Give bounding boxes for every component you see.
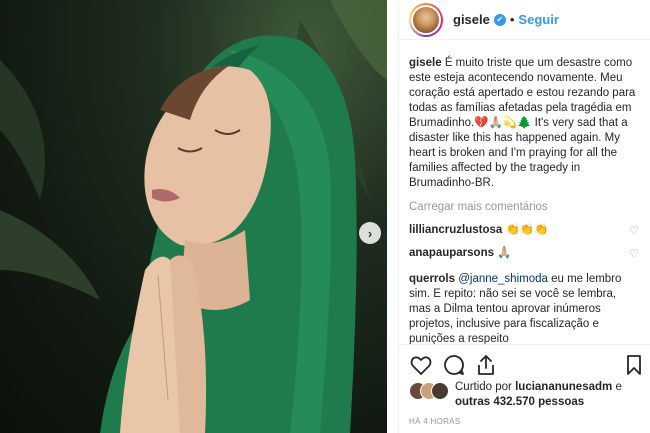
load-more-comments[interactable]: Carregar mais comentários xyxy=(409,200,645,215)
chevron-right-icon: › xyxy=(367,225,373,241)
share-icon[interactable] xyxy=(474,353,498,377)
likes-join: e xyxy=(615,381,622,393)
comment-like-heart-icon[interactable]: ♡ xyxy=(629,224,641,237)
likes-user[interactable]: luciananunesadm xyxy=(515,381,612,393)
likes-summary: Curtido por luciananunesadm e outras 432… xyxy=(409,380,645,410)
verified-badge-icon: ✔ xyxy=(493,13,506,26)
post-side-panel: gisele ✔ • Seguir gisele É muito triste … xyxy=(398,0,650,433)
post-actions-bar xyxy=(399,344,650,384)
heart-icon[interactable] xyxy=(409,353,433,377)
comment-item: querrols @janne_shimoda eu me lembro sim… xyxy=(409,272,645,344)
bookmark-icon[interactable] xyxy=(622,353,646,377)
author-username[interactable]: gisele xyxy=(453,12,490,27)
likes-text: Curtido por luciananunesadm e outras 432… xyxy=(455,380,622,410)
post-caption: gisele É muito triste que um desastre co… xyxy=(409,56,645,191)
post-header: gisele ✔ • Seguir xyxy=(399,0,650,40)
likes-prefix: Curtido por xyxy=(455,381,512,393)
author-avatar[interactable] xyxy=(409,2,443,37)
comment-text: 🙏🏼 xyxy=(497,247,512,259)
comments-section: gisele É muito triste que um desastre co… xyxy=(409,56,645,261)
caption-username[interactable]: gisele xyxy=(409,57,442,69)
comment-username[interactable]: anapauparsons xyxy=(409,247,494,259)
post-photo[interactable]: › xyxy=(0,0,387,433)
carousel-next-button[interactable]: › xyxy=(359,222,381,244)
instagram-post: › gisele ✔ • Seguir gisele É muito trist… xyxy=(0,0,650,433)
comment-item: anapauparsons 🙏🏼 ♡ xyxy=(409,246,645,261)
comment-username[interactable]: querrols xyxy=(409,273,455,285)
comment-mention[interactable]: @janne_shimoda xyxy=(458,273,548,285)
liker-avatar[interactable] xyxy=(431,382,449,400)
comment-username[interactable]: lilliancruzlustosa xyxy=(409,224,502,236)
comment-icon[interactable] xyxy=(442,353,466,377)
likes-others[interactable]: outras 432.570 pessoas xyxy=(455,396,584,408)
comment-text: 👏👏👏 xyxy=(505,224,549,236)
follow-button[interactable]: Seguir xyxy=(518,12,558,27)
comment-like-heart-icon[interactable]: ♡ xyxy=(629,247,641,260)
comment-item: lilliancruzlustosa 👏👏👏 ♡ xyxy=(409,223,645,238)
post-timestamp[interactable]: HÁ 4 HORAS xyxy=(409,417,460,426)
comment-overflow-area: querrols @janne_shimoda eu me lembro sim… xyxy=(409,272,645,344)
caption-text: É muito triste que um desastre como este… xyxy=(409,57,636,189)
photo-illustration xyxy=(0,0,387,433)
separator-dot: • xyxy=(509,12,515,27)
liker-avatars xyxy=(409,382,449,400)
